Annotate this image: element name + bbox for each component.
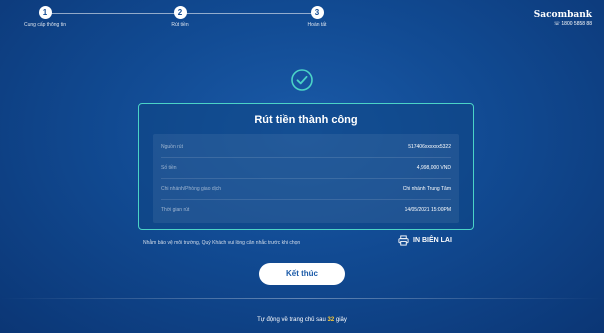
step-2-label: Rút tiền [171, 22, 189, 28]
result-card: Rút tiền thành công Nguồn rút 517406xxxx… [138, 103, 474, 230]
auto-return-countdown: Tự động về trang chủ sau 32 giây [0, 317, 604, 323]
step-1-label: Cung cấp thông tin [24, 22, 66, 28]
hotline-number: 1800 5858 88 [561, 21, 592, 27]
detail-row-time: Thời gian rút 14/05/2021 15:00PM [161, 201, 451, 219]
step-3-label: Hoàn tất [307, 22, 327, 28]
brand-logo: Sacombank [533, 10, 592, 20]
check-circle-icon [291, 69, 313, 91]
detail-row-branch: Chi nhánh/Phòng giao dịch Chi nhánh Trun… [161, 180, 451, 198]
row-divider [161, 199, 451, 200]
detail-label: Nguồn rút [161, 144, 183, 150]
row-divider [161, 157, 451, 158]
step-3-number: 3 [310, 6, 324, 19]
detail-value: Chi nhánh Trung Tâm [402, 186, 451, 192]
detail-value: 517406xxxxxx5322 [408, 144, 451, 150]
withdrawal-success-screen: 1 Cung cấp thông tin 2 Rút tiền 3 Hoàn t… [0, 0, 604, 333]
step-2-number: 2 [173, 6, 187, 19]
detail-row-amount: Số tiền 4,998,000 VND [161, 159, 451, 177]
hotline: ☏ 1800 5858 88 [534, 21, 592, 27]
finish-button[interactable]: Kết thúc [259, 263, 345, 285]
step-1: 1 Cung cấp thông tin [5, 6, 85, 28]
print-receipt-button[interactable]: IN BIÊN LAI [398, 235, 452, 246]
detail-list: Nguồn rút 517406xxxxxx5322 Số tiền 4,998… [153, 134, 459, 223]
countdown-seconds: 32 [327, 317, 335, 323]
detail-value: 14/05/2021 15:00PM [404, 207, 451, 213]
brand-block: Sacombank ☏ 1800 5858 88 [534, 10, 592, 27]
detail-row-source: Nguồn rút 517406xxxxxx5322 [161, 138, 451, 156]
detail-label: Số tiền [161, 165, 177, 171]
footer-divider [0, 298, 604, 299]
row-divider [161, 178, 451, 179]
printer-icon [398, 235, 409, 246]
card-title: Rút tiền thành công [254, 114, 358, 126]
detail-label: Thời gian rút [161, 207, 190, 213]
step-2: 2 Rút tiền [140, 6, 220, 28]
print-receipt-label: IN BIÊN LAI [413, 237, 452, 244]
progress-stepper: 1 Cung cấp thông tin 2 Rút tiền 3 Hoàn t… [0, 0, 604, 40]
detail-label: Chi nhánh/Phòng giao dịch [161, 186, 222, 192]
phone-icon: ☏ [553, 21, 561, 27]
step-1-number: 1 [38, 6, 52, 19]
step-3: 3 Hoàn tất [277, 6, 357, 28]
environment-note: Nhằm bảo vệ môi trường, Quý Khách vui lò… [143, 240, 301, 246]
detail-value: 4,998,000 VND [416, 165, 451, 171]
countdown-prefix: Tự động về trang chủ sau [257, 317, 326, 323]
countdown-suffix: giây [335, 317, 347, 323]
